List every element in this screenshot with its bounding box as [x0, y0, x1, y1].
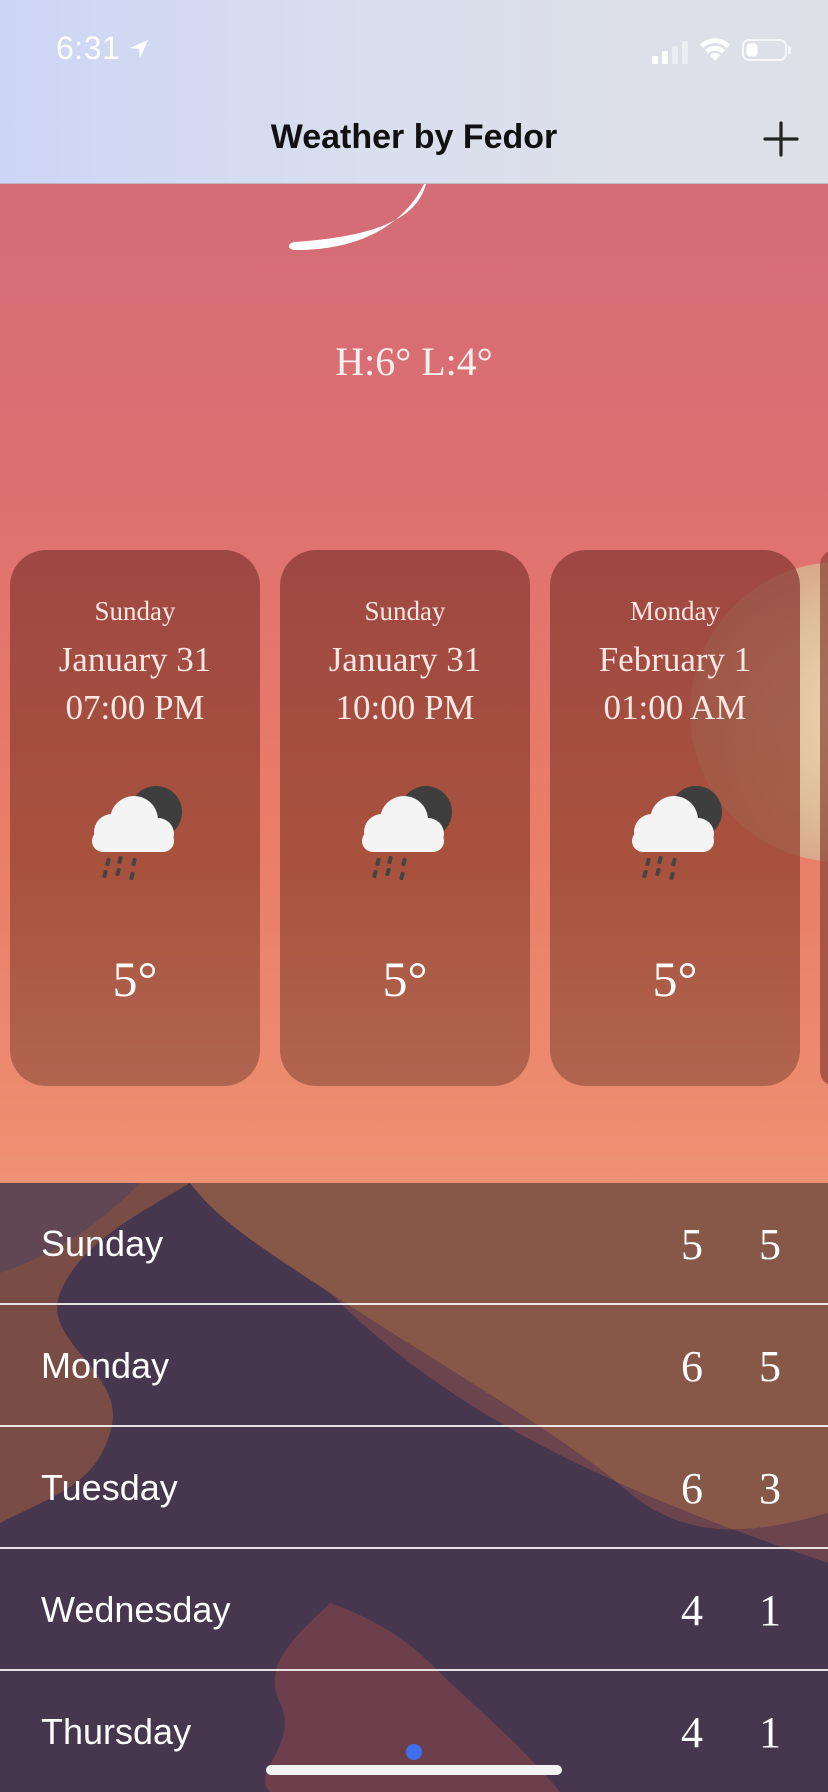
hourly-temperature: 5°: [112, 951, 158, 1007]
daily-forecast-list[interactable]: Sunday 5 5 Monday 6 5 Tuesday 6 3 Wednes…: [0, 1183, 828, 1792]
daily-row[interactable]: Wednesday 4 1: [0, 1549, 828, 1671]
night-rain-cloud-icon: [362, 786, 452, 881]
hourly-date: January 31: [58, 640, 212, 679]
app-title: Weather by Fedor: [270, 118, 558, 156]
crescent-moon-icon: [288, 184, 426, 250]
plus-icon[interactable]: [762, 120, 800, 158]
hourly-temperature: 5°: [382, 951, 428, 1007]
page-indicator-dot[interactable]: [406, 1744, 422, 1760]
night-rain-cloud-icon: [92, 786, 182, 881]
hourly-card[interactable]: Sunday January 31 10:00 PM 5°: [280, 550, 530, 1086]
high-low-temperature: H:6° L:4°: [335, 339, 493, 384]
night-rain-cloud-icon: [632, 786, 722, 881]
hourly-day: Sunday: [94, 596, 176, 626]
status-time: 6:31: [56, 30, 121, 66]
hourly-time: 01:00 AM: [603, 688, 747, 727]
daily-day-name: Tuesday: [41, 1467, 178, 1508]
hourly-temperature: 5°: [652, 951, 698, 1007]
hourly-day: Monday: [630, 596, 720, 626]
daily-high: 6: [681, 1464, 703, 1513]
daily-low: 5: [759, 1342, 781, 1391]
daily-high: 4: [681, 1586, 703, 1635]
daily-high: 5: [681, 1220, 703, 1269]
home-indicator[interactable]: [266, 1765, 562, 1775]
daily-high: 4: [681, 1708, 703, 1757]
hourly-card[interactable]: Sunday January 31 07:00 PM 5°: [10, 550, 260, 1086]
hourly-time: 07:00 PM: [65, 688, 205, 727]
next-hourly-card-edge[interactable]: [820, 550, 828, 1086]
wifi-icon: [700, 38, 730, 61]
daily-low: 5: [759, 1220, 781, 1269]
daily-row[interactable]: Tuesday 6 3: [0, 1427, 828, 1549]
top-bar: 6:31 Weather by Fedor: [0, 0, 828, 184]
hourly-day: Sunday: [364, 596, 446, 626]
hourly-forecast-list[interactable]: Sunday January 31 07:00 PM 5° Sunday Jan…: [10, 550, 828, 1086]
hourly-date: January 31: [328, 640, 482, 679]
daily-day-name: Monday: [41, 1345, 170, 1386]
daily-row[interactable]: Monday 6 5: [0, 1305, 828, 1427]
daily-day-name: Wednesday: [41, 1589, 231, 1630]
daily-day-name: Thursday: [41, 1711, 192, 1752]
daily-high: 6: [681, 1342, 703, 1391]
daily-day-name: Sunday: [41, 1223, 164, 1264]
daily-low: 3: [759, 1464, 781, 1513]
location-arrow-icon: [130, 40, 148, 58]
daily-row[interactable]: Sunday 5 5: [0, 1183, 828, 1305]
weather-screen: 6:31 Weather by Fedor H:6° L:4° Sunday J…: [0, 0, 828, 1792]
hourly-card[interactable]: Monday February 1 01:00 AM 5°: [550, 550, 800, 1086]
hourly-date: February 1: [598, 640, 752, 679]
cellular-signal-icon: [652, 41, 688, 64]
hourly-time: 10:00 PM: [335, 688, 475, 727]
battery-icon: [742, 39, 791, 61]
daily-low: 1: [759, 1708, 781, 1757]
daily-low: 1: [759, 1586, 781, 1635]
